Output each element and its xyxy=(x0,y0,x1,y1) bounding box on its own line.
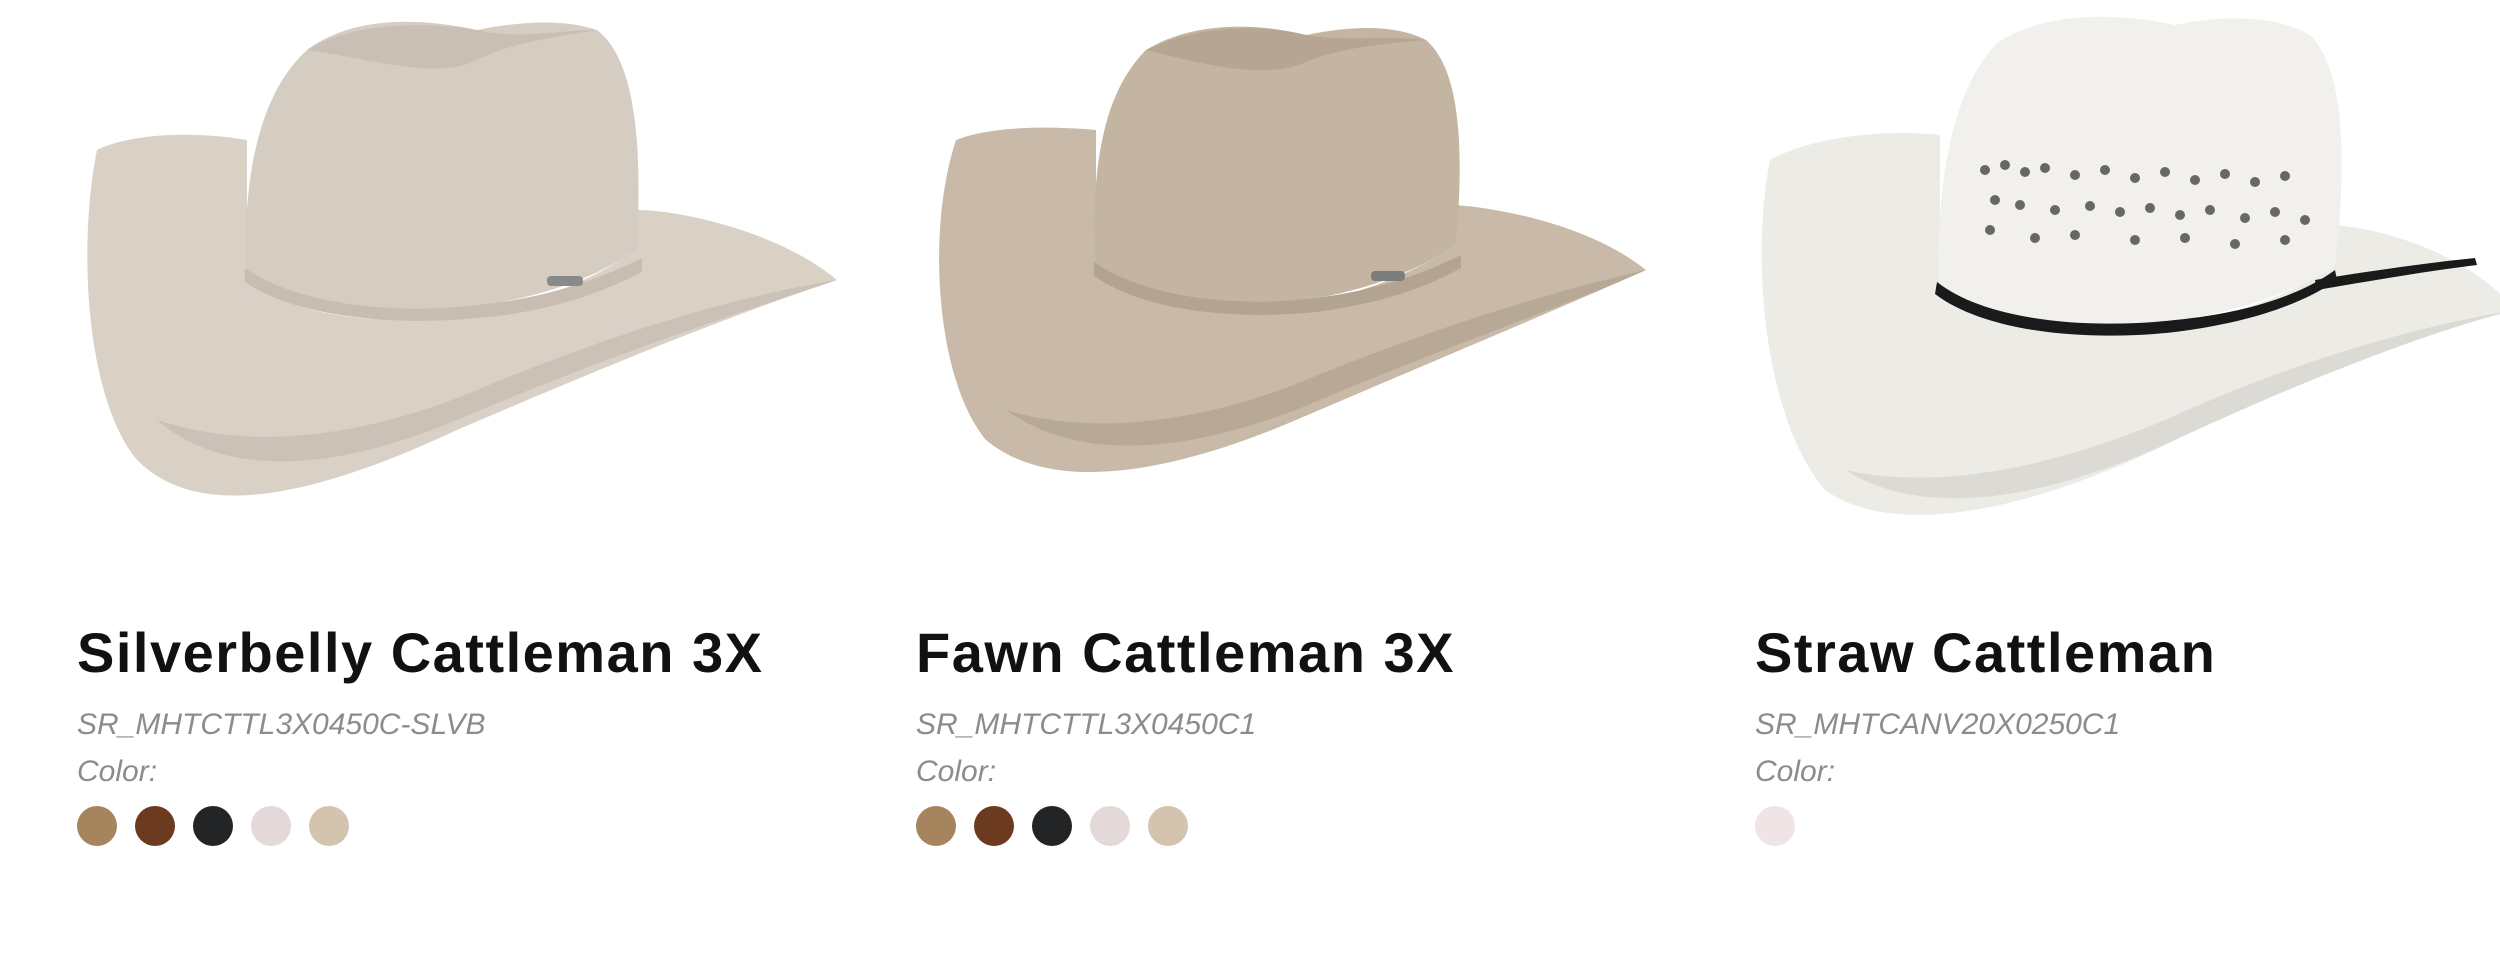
swatch-sand[interactable] xyxy=(309,806,349,846)
swatch-black[interactable] xyxy=(1032,806,1072,846)
product-image-straw[interactable] xyxy=(1755,0,2500,548)
swatch-black[interactable] xyxy=(193,806,233,846)
swatch-brown[interactable] xyxy=(135,806,175,846)
swatch-tan[interactable] xyxy=(77,806,117,846)
product-sku: SR_MHTCTTL3X0450C-SLVB xyxy=(77,708,486,741)
swatch-tan[interactable] xyxy=(916,806,956,846)
color-swatches xyxy=(1755,806,1795,846)
product-grid: Silverbelly Cattleman 3X SR_MHTCTTL3X045… xyxy=(0,0,2500,979)
product-title[interactable]: Straw Cattleman xyxy=(1755,620,2216,685)
product-image-fawn[interactable] xyxy=(916,0,1676,548)
product-card-silverbelly-cattleman[interactable]: Silverbelly Cattleman 3X SR_MHTCTTL3X045… xyxy=(77,0,837,900)
swatch-brown[interactable] xyxy=(974,806,1014,846)
product-sku: SR_MHTCANV20X0250C1 xyxy=(1755,708,2121,741)
color-label: Color: xyxy=(77,755,158,788)
product-image-silverbelly[interactable] xyxy=(77,0,837,548)
color-label: Color: xyxy=(1755,755,1836,788)
color-label: Color: xyxy=(916,755,997,788)
swatch-silverbelly[interactable] xyxy=(1090,806,1130,846)
felt-cowboy-hat-image xyxy=(939,26,1646,473)
swatch-silverbelly[interactable] xyxy=(251,806,291,846)
color-swatches xyxy=(916,806,1188,846)
product-title[interactable]: Fawn Cattleman 3X xyxy=(916,620,1455,685)
product-card-fawn-cattleman[interactable]: Fawn Cattleman 3X SR_MHTCTTL3X0450C1 Col… xyxy=(916,0,1676,900)
straw-cowboy-hat-image xyxy=(1761,16,2500,515)
product-card-straw-cattleman[interactable]: Straw Cattleman SR_MHTCANV20X0250C1 Colo… xyxy=(1755,0,2500,900)
swatch-sand[interactable] xyxy=(1148,806,1188,846)
color-swatches xyxy=(77,806,349,846)
product-sku: SR_MHTCTTL3X0450C1 xyxy=(916,708,1257,741)
felt-cowboy-hat-image xyxy=(87,21,837,496)
swatch-natural[interactable] xyxy=(1755,806,1795,846)
product-title[interactable]: Silverbelly Cattleman 3X xyxy=(77,620,764,685)
